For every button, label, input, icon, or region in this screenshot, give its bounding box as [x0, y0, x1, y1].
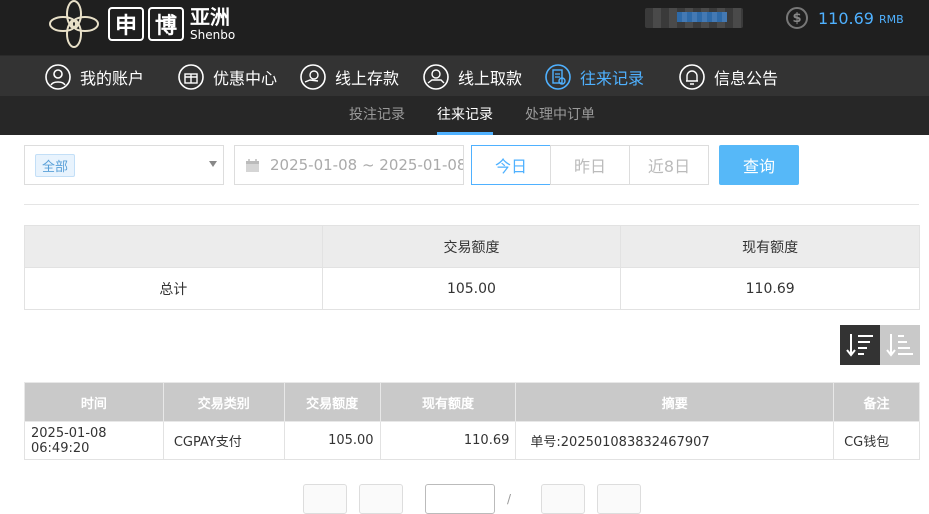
chevron-down-icon	[209, 161, 217, 167]
user-icon	[45, 63, 71, 90]
nav-label: 往来记录	[580, 68, 645, 88]
nav-item-announcements[interactable]: 信息公告	[679, 56, 778, 97]
summary-header-row: 交易额度 现有额度	[24, 225, 920, 268]
tab-pending-orders[interactable]: 处理中订单	[525, 96, 595, 135]
records-header-row: 时间 交易类别 交易额度 现有额度 摘要 备注	[24, 382, 920, 422]
date-range-value: 2025-01-08 ~ 2025-01-08	[270, 156, 464, 174]
tab-bet-records[interactable]: 投注记录	[349, 96, 405, 135]
flower-logo-icon	[49, 0, 99, 48]
column-header[interactable]: 交易额度	[283, 382, 381, 422]
logo-english: Shenbo	[190, 28, 236, 42]
column-header[interactable]: 现有额度	[379, 382, 517, 422]
last-page-button[interactable]	[597, 484, 641, 514]
nav-item-my-account[interactable]: 我的账户	[45, 56, 144, 97]
page-input[interactable]	[425, 484, 495, 514]
summary-cell: 110.69	[620, 267, 920, 310]
coin-icon: $	[786, 7, 808, 29]
sub-nav: 投注记录 往来记录 处理中订单	[0, 96, 929, 135]
nav-label: 信息公告	[714, 68, 779, 88]
cell-balance: 110.69	[379, 421, 517, 460]
summary-table: 交易额度 现有额度 总计 105.00 110.69	[24, 225, 920, 310]
record-icon	[545, 63, 571, 90]
deposit-icon	[300, 63, 326, 90]
account-balance: $ 110.69 RMB	[786, 7, 904, 29]
cell-type: CGPAY支付	[162, 421, 285, 460]
sort-desc-icon	[846, 334, 873, 357]
sort-descending-button[interactable]	[840, 325, 880, 365]
last-8-days-button[interactable]: 近8日	[629, 145, 709, 185]
nav-item-deposit[interactable]: 线上存款	[300, 56, 399, 97]
summary-header-cell: 现有额度	[620, 225, 920, 268]
sort-asc-icon	[886, 334, 913, 357]
logo-text: 亚洲 Shenbo	[190, 7, 235, 41]
withdraw-icon	[423, 63, 449, 90]
prev-page-button[interactable]	[359, 484, 403, 514]
balance-currency: RMB	[878, 13, 904, 26]
main-nav: 我的账户 优惠中心 线上存款 线上取款 往来记录 信息公告	[0, 55, 929, 96]
logo-region: 亚洲	[190, 5, 230, 29]
summary-header-cell	[24, 225, 323, 268]
bell-icon	[679, 63, 705, 90]
nav-label: 线上取款	[458, 68, 523, 88]
nav-item-withdraw[interactable]: 线上取款	[423, 56, 522, 97]
calendar-icon	[246, 158, 259, 172]
summary-cell: 总计	[24, 267, 323, 310]
next-page-button[interactable]	[541, 484, 585, 514]
gift-icon	[178, 63, 204, 90]
divider	[24, 204, 919, 205]
table-row: 2025-01-08 06:49:20 CGPAY支付 105.00 110.6…	[24, 421, 920, 460]
nav-label: 线上存款	[335, 68, 400, 88]
page-separator: /	[507, 492, 512, 506]
first-page-button[interactable]	[303, 484, 347, 514]
date-range-input[interactable]: 2025-01-08 ~ 2025-01-08	[234, 145, 464, 185]
nav-label: 我的账户	[80, 68, 145, 88]
balance-value: 110.69	[818, 8, 874, 28]
summary-row: 总计 105.00 110.69	[24, 267, 920, 310]
column-header[interactable]: 交易类别	[162, 382, 285, 422]
logo-char-2: 博	[148, 7, 184, 41]
today-button[interactable]: 今日	[471, 145, 551, 185]
nav-label: 优惠中心	[213, 68, 278, 88]
top-bar: 申 博 亚洲 Shenbo $ 110.69 RMB	[0, 0, 929, 55]
summary-cell: 105.00	[321, 267, 622, 310]
sort-ascending-button[interactable]	[880, 325, 920, 365]
query-button[interactable]: 查询	[719, 145, 799, 185]
cell-summary: 单号:202501083832467907	[515, 421, 835, 460]
cell-note: CG钱包	[833, 421, 920, 460]
category-select[interactable]: 全部	[24, 145, 224, 185]
nav-item-transactions[interactable]: 往来记录	[545, 56, 644, 97]
nav-item-promotions[interactable]: 优惠中心	[178, 56, 277, 97]
category-tag: 全部	[35, 153, 76, 177]
logo-char-1: 申	[108, 7, 144, 41]
records-table: 时间 交易类别 交易额度 现有额度 摘要 备注 2025-01-08 06:49…	[24, 382, 920, 460]
summary-header-cell: 交易额度	[321, 225, 622, 268]
column-header[interactable]: 时间	[24, 382, 164, 422]
cell-time: 2025-01-08 06:49:20	[24, 421, 164, 460]
tab-transaction-records[interactable]: 往来记录	[437, 96, 493, 135]
brand-logo[interactable]: 申 博 亚洲 Shenbo	[44, 0, 235, 48]
yesterday-button[interactable]: 昨日	[550, 145, 630, 185]
username-redacted	[645, 8, 743, 28]
cell-amount: 105.00	[283, 421, 381, 460]
column-header[interactable]: 备注	[833, 382, 920, 422]
column-header[interactable]: 摘要	[515, 382, 835, 422]
